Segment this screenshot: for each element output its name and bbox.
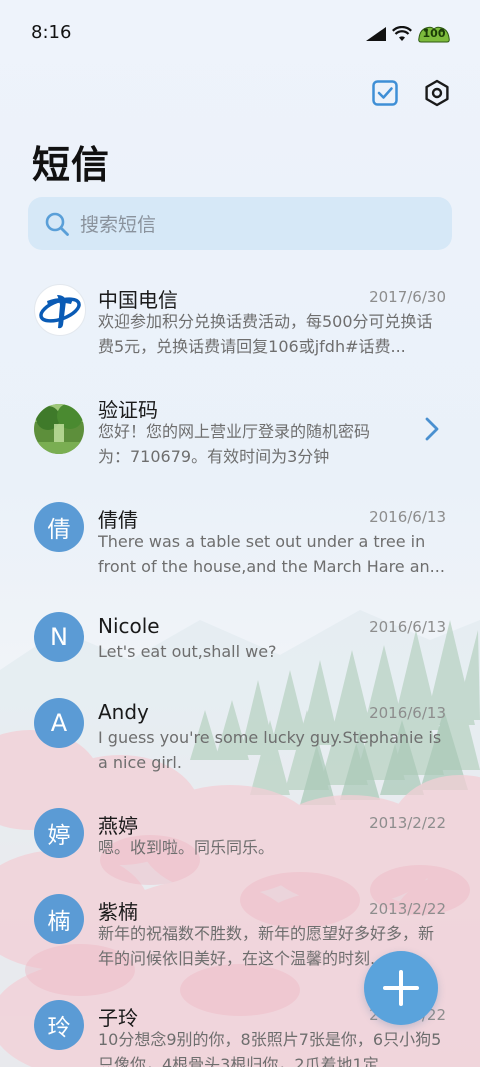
search-placeholder: 搜索短信 bbox=[80, 214, 157, 236]
cellular-signal-icon bbox=[366, 27, 386, 41]
plus-icon bbox=[383, 970, 419, 1006]
message-date: 2016/6/13 bbox=[369, 508, 446, 526]
message-preview: 嗯。收到啦。同乐同乐。 bbox=[98, 838, 275, 857]
message-preview: I guess you're some lucky guy.Stephanie … bbox=[98, 728, 442, 772]
checkbox-icon bbox=[372, 80, 398, 106]
wifi-icon bbox=[392, 26, 412, 41]
contact-avatar: 倩 bbox=[34, 502, 84, 552]
conversation-row[interactable]: 倩 倩倩 2016/6/13 There was a table set out… bbox=[0, 488, 480, 596]
page-title: 短信 bbox=[32, 143, 111, 187]
message-date: 2013/2/22 bbox=[369, 814, 446, 832]
conversation-row[interactable]: 验证码 您好！您的网上营业厅登录的随机密码为：710679。有效时间为3分钟 bbox=[0, 378, 480, 486]
message-date: 2016/6/13 bbox=[369, 618, 446, 636]
contact-avatar: N bbox=[34, 612, 84, 662]
nature-photo-avatar bbox=[34, 404, 84, 454]
gear-icon bbox=[425, 79, 449, 107]
contact-name: 紫楠 bbox=[98, 900, 138, 924]
message-date: 2016/6/13 bbox=[369, 704, 446, 722]
contact-name: Andy bbox=[98, 700, 149, 724]
batch-select-button[interactable] bbox=[370, 78, 400, 108]
chevron-right-icon[interactable] bbox=[424, 416, 440, 442]
contact-avatar: A bbox=[34, 698, 84, 748]
status-bar: 8:16 100 bbox=[0, 0, 480, 68]
china-telecom-logo-avatar bbox=[34, 284, 86, 336]
battery-icon: 100 bbox=[418, 25, 450, 43]
contact-name: 子玲 bbox=[98, 1006, 138, 1030]
contact-avatar: 婷 bbox=[34, 808, 84, 858]
settings-button[interactable] bbox=[422, 78, 452, 108]
message-date: 2017/6/30 bbox=[369, 288, 446, 306]
conversation-row[interactable]: A Andy 2016/6/13 I guess you're some luc… bbox=[0, 684, 480, 792]
contact-name: 验证码 bbox=[98, 398, 158, 422]
message-preview: Let's eat out,shall we? bbox=[98, 642, 277, 661]
contact-avatar: 楠 bbox=[34, 894, 84, 944]
contact-name: 中国电信 bbox=[98, 288, 178, 312]
conversation-row[interactable]: 婷 燕婷 2013/2/22 嗯。收到啦。同乐同乐。 bbox=[0, 794, 480, 878]
message-preview: There was a table set out under a tree i… bbox=[98, 532, 445, 576]
message-date: 2013/2/22 bbox=[369, 900, 446, 918]
new-message-button[interactable] bbox=[364, 951, 438, 1025]
contact-name: 燕婷 bbox=[98, 814, 138, 838]
conversation-row[interactable]: N Nicole 2016/6/13 Let's eat out,shall w… bbox=[0, 598, 480, 682]
contact-avatar: 玲 bbox=[34, 1000, 84, 1050]
battery-level: 100 bbox=[422, 27, 446, 40]
message-preview: 欢迎参加积分兑换话费活动，每500分可兑换话费5元，兑换话费请回复106或jfd… bbox=[98, 312, 433, 356]
contact-name: Nicole bbox=[98, 614, 160, 638]
message-preview: 您好！您的网上营业厅登录的随机密码为：710679。有效时间为3分钟 bbox=[98, 422, 371, 466]
status-time: 8:16 bbox=[31, 22, 72, 43]
search-icon bbox=[45, 212, 69, 236]
search-bar[interactable]: 搜索短信 bbox=[28, 197, 452, 250]
contact-name: 倩倩 bbox=[98, 508, 138, 532]
conversation-row[interactable]: 中国电信 2017/6/30 欢迎参加积分兑换话费活动，每500分可兑换话费5元… bbox=[0, 268, 480, 376]
message-preview: 10分想念9别的你，8张照片7张是你，6只小狗5只像你，4根骨头3根归你，2爪着… bbox=[98, 1030, 442, 1067]
